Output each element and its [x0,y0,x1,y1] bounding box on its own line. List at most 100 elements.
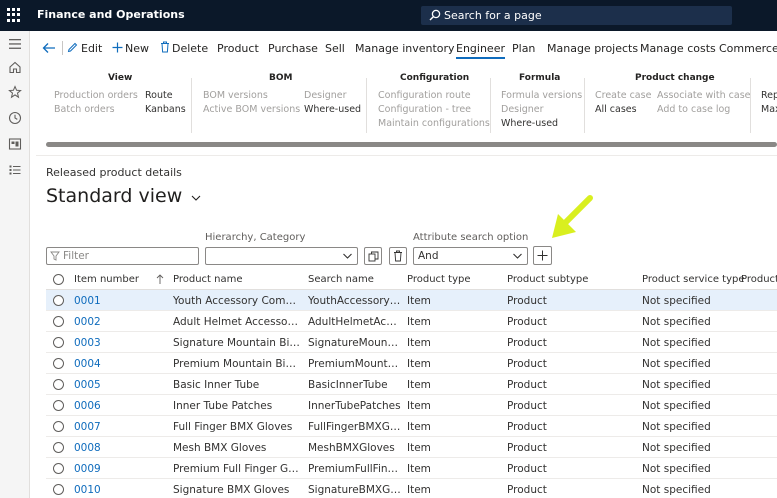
view-selector[interactable]: Standard view [46,185,201,207]
delete-button[interactable]: Delete [172,42,208,55]
row-select-radio[interactable] [53,316,64,327]
table-row[interactable]: 0008 Mesh BMX Gloves MeshBMXGloves Item Prod… [46,437,777,458]
cell-item-number[interactable]: 0008 [74,442,101,454]
tab-engineer[interactable]: Engineer [456,42,505,59]
delete-trash-icon [161,41,169,53]
cell-search-name: BasicInnerTube [308,379,388,391]
ribbon-configuration-tree[interactable]: Configuration - tree [378,104,471,115]
edit-pencil-icon [67,42,78,53]
row-select-radio[interactable] [53,442,64,453]
cell-item-number[interactable]: 0003 [74,337,101,349]
ribbon-bom-where-used[interactable]: Where-used [304,104,361,115]
col-product-subtype[interactable]: Product subtype [507,274,588,285]
row-select-radio[interactable] [53,295,64,306]
ribbon-formula-designer[interactable]: Designer [501,104,544,115]
ribbon-formula-versions[interactable]: Formula versions [501,90,582,101]
hierarchy-category-dropdown[interactable] [205,247,358,265]
sort-ascending-icon[interactable] [156,274,164,285]
tab-manage-inventory[interactable]: Manage inventory [355,42,455,55]
cell-item-number[interactable]: 0007 [74,421,101,433]
table-row[interactable]: 0005 Basic Inner Tube BasicInnerTube Item Pr… [46,374,777,395]
filter-input[interactable]: Filter [46,247,199,265]
clear-button[interactable] [389,247,407,265]
app-title[interactable]: Finance and Operations [37,8,185,21]
ribbon-configuration-route[interactable]: Configuration route [378,90,471,101]
row-select-radio[interactable] [53,463,64,474]
row-select-radio[interactable] [53,400,64,411]
table-row[interactable]: 0009 Premium Full Finger Gloves PremiumFul… [46,458,777,479]
add-attribute-button[interactable] [533,246,552,265]
cell-product-name: Adult Helmet Accessory C... [173,316,301,328]
ribbon-maintain-configurations[interactable]: Maintain configurations [378,118,490,129]
ribbon-production-orders[interactable]: Production orders [54,90,138,101]
search-page-box[interactable]: Search for a page [421,6,732,25]
cell-product-subtype: Product [507,316,547,328]
new-button[interactable]: New [125,42,149,55]
workspaces-icon[interactable] [8,137,22,151]
col-search-name[interactable]: Search name [308,274,374,285]
ribbon-max-truncated[interactable]: Max [761,104,777,115]
cell-item-number[interactable]: 0010 [74,484,101,496]
tab-sell[interactable]: Sell [325,42,345,55]
hamburger-menu-icon[interactable] [8,37,22,51]
recent-clock-icon[interactable] [8,111,22,125]
back-arrow-icon[interactable] [42,42,56,54]
tab-purchase[interactable]: Purchase [268,42,318,55]
ribbon-associate-with-case[interactable]: Associate with case [657,90,751,101]
tab-commerce[interactable]: Commerce [719,42,777,55]
search-icon [429,9,441,21]
edit-button[interactable]: Edit [81,42,102,55]
ribbon-horizontal-scrollbar[interactable] [46,142,777,147]
add-plus-icon [537,250,548,261]
ribbon-batch-orders[interactable]: Batch orders [54,104,115,115]
tab-product[interactable]: Product [217,42,259,55]
attribute-search-dropdown[interactable]: And [413,247,528,265]
row-select-radio[interactable] [53,421,64,432]
add-plus-icon [112,42,123,53]
cell-item-number[interactable]: 0001 [74,295,101,307]
ribbon-kanbans[interactable]: Kanbans [145,104,186,115]
ribbon-create-case[interactable]: Create case [595,90,651,101]
filter-placeholder: Filter [63,250,90,262]
col-product-name[interactable]: Product name [173,274,243,285]
col-product-service-type[interactable]: Product service type [642,274,745,285]
col-product-truncated[interactable]: Product [741,274,777,285]
row-select-radio[interactable] [53,379,64,390]
ribbon-bom-versions[interactable]: BOM versions [203,90,268,101]
row-select-radio[interactable] [53,337,64,348]
row-select-radio[interactable] [53,484,64,495]
copy-button[interactable] [364,247,382,265]
ribbon-all-cases[interactable]: All cases [595,104,637,115]
table-row[interactable]: 0002 Adult Helmet Accessory C... AdultHelm… [46,311,777,332]
cell-product-service-type: Not specified [642,421,711,433]
cell-item-number[interactable]: 0005 [74,379,101,391]
table-row[interactable]: 0003 Signature Mountain Bike ... Signature… [46,332,777,353]
home-icon[interactable] [8,60,22,74]
row-select-radio[interactable] [53,358,64,369]
ribbon-formula-where-used[interactable]: Where-used [501,118,558,129]
ribbon-route[interactable]: Route [145,90,173,101]
page-caption: Released product details [46,166,182,179]
ribbon-add-to-case-log[interactable]: Add to case log [657,104,730,115]
tab-manage-projects[interactable]: Manage projects [547,42,638,55]
cell-item-number[interactable]: 0006 [74,400,101,412]
tab-plan[interactable]: Plan [512,42,535,55]
col-item-number[interactable]: Item number [74,274,139,285]
app-launcher-icon[interactable] [7,8,21,22]
cell-item-number[interactable]: 0009 [74,463,101,475]
col-product-type[interactable]: Product type [407,274,471,285]
table-row[interactable]: 0001 Youth Accessory Combo ... YouthAccess… [46,290,777,311]
modules-list-icon[interactable] [8,163,22,177]
table-row[interactable]: 0007 Full Finger BMX Gloves FullFingerBMXG… [46,416,777,437]
ribbon-active-bom-versions[interactable]: Active BOM versions [203,104,300,115]
table-row[interactable]: 0004 Premium Mountain Bike T... PremiumMou… [46,353,777,374]
table-row[interactable]: 0010 Signature BMX Gloves SignatureBMXGlo.… [46,479,777,498]
favorites-star-icon[interactable] [8,85,22,99]
select-all-radio[interactable] [53,274,64,285]
cell-item-number[interactable]: 0004 [74,358,101,370]
tab-manage-costs[interactable]: Manage costs [640,42,716,55]
ribbon-bom-designer[interactable]: Designer [304,90,347,101]
ribbon-rep-truncated[interactable]: Rep [761,90,777,101]
table-row[interactable]: 0006 Inner Tube Patches InnerTubePatches It… [46,395,777,416]
cell-item-number[interactable]: 0002 [74,316,101,328]
